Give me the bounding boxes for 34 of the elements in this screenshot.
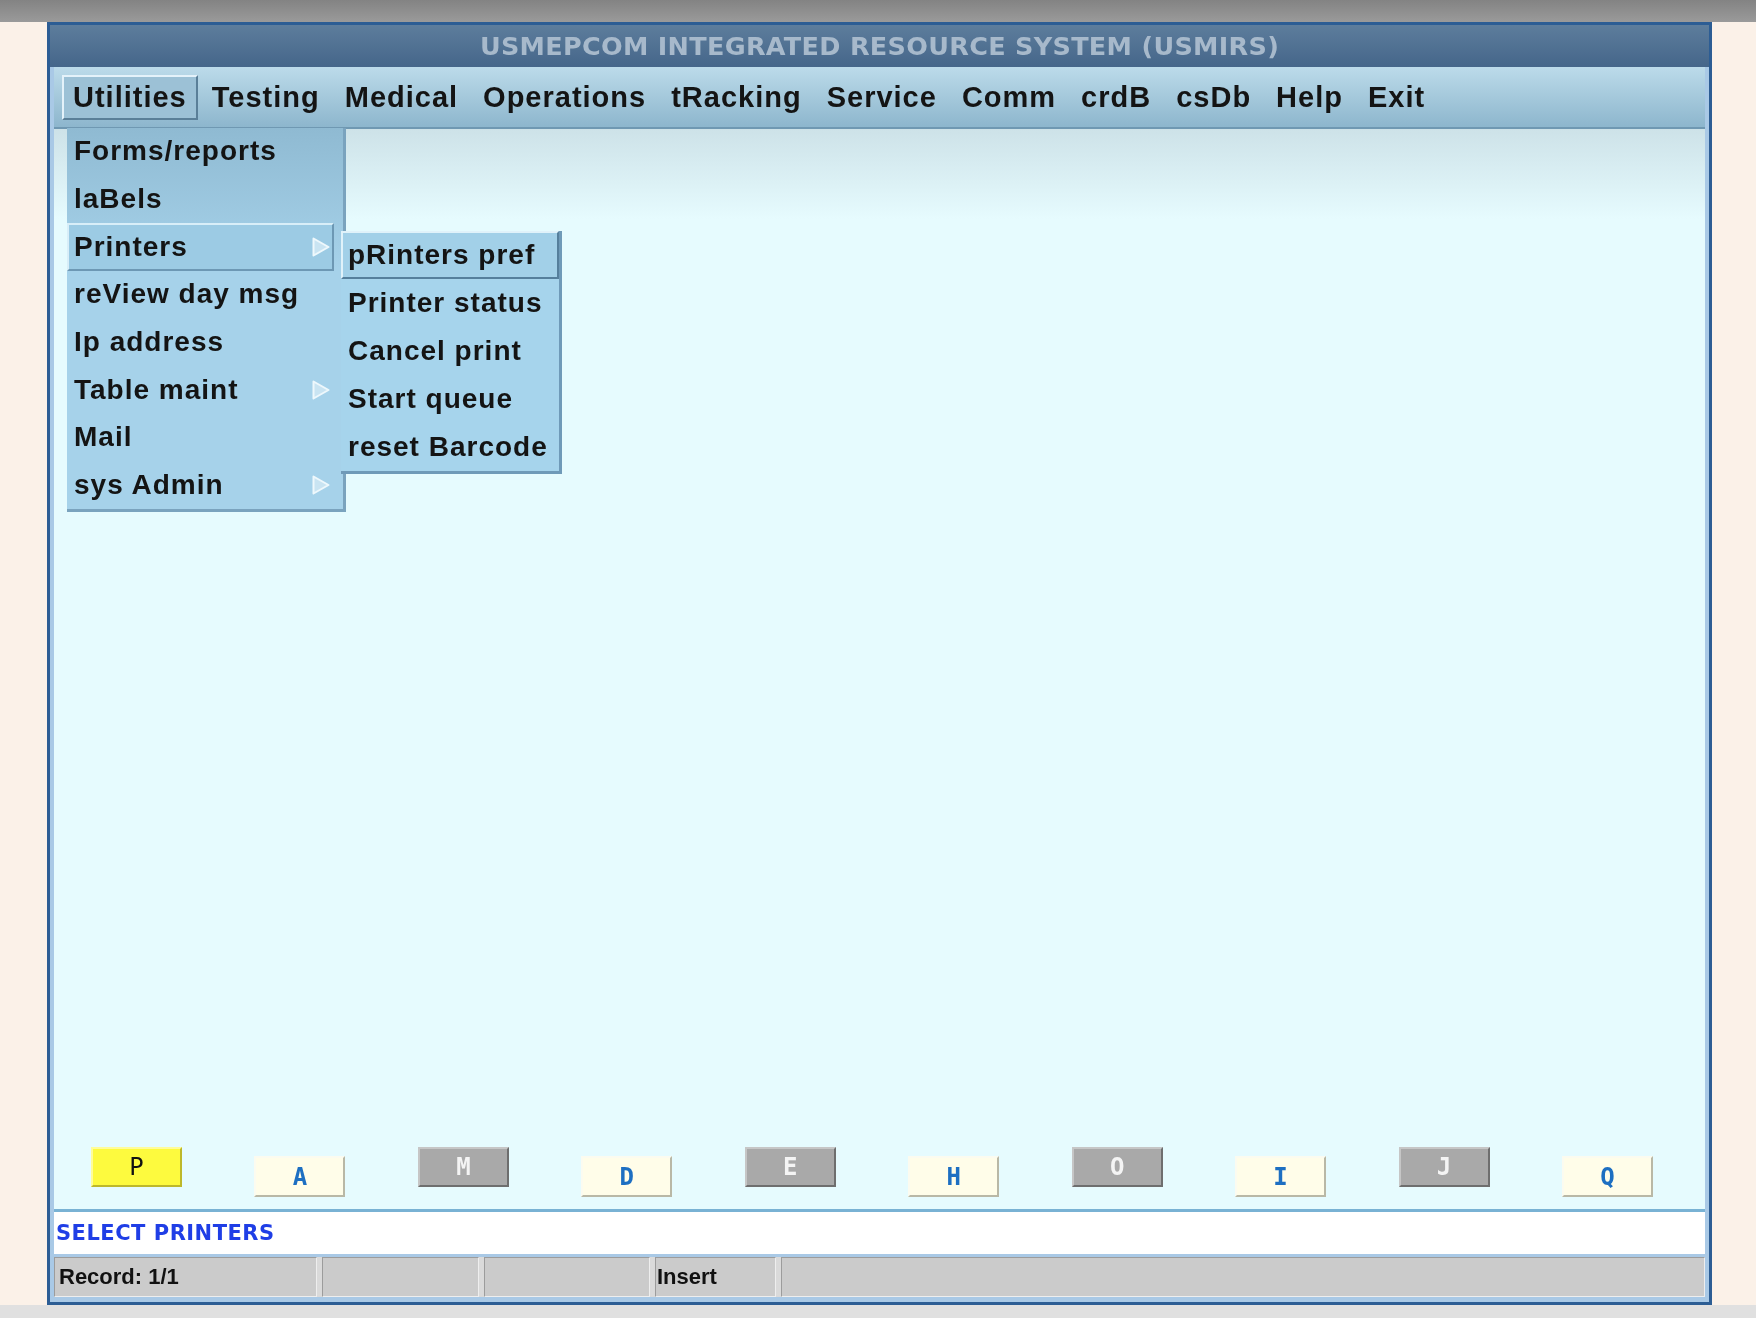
- menu-item[interactable]: reset Barcode: [341, 422, 559, 471]
- status-cell: Record: 1/1: [54, 1257, 317, 1297]
- menu-bar-item[interactable]: Testing: [200, 74, 331, 120]
- menu-item[interactable]: sys Admin: [67, 461, 334, 509]
- menu-item[interactable]: Printers: [67, 222, 334, 271]
- menu-item[interactable]: laBels: [67, 175, 334, 223]
- menu-bar-item[interactable]: Exit: [1356, 74, 1437, 120]
- menu-bar-item[interactable]: csDb: [1165, 74, 1263, 120]
- menu-bar-item[interactable]: crdB: [1070, 74, 1163, 120]
- menu-bar-item[interactable]: tRacking: [660, 74, 813, 120]
- status-message: SELECT PRINTERS: [56, 1221, 275, 1245]
- menu-bar-item[interactable]: Help: [1265, 74, 1354, 120]
- menu-bar-item[interactable]: Comm: [950, 74, 1068, 120]
- menu-item[interactable]: Cancel print: [341, 326, 559, 375]
- menu-bar-item[interactable]: Medical: [333, 74, 470, 120]
- menu-item[interactable]: Start queue: [341, 374, 559, 423]
- menu-bar-item[interactable]: Service: [815, 74, 948, 120]
- menu-item[interactable]: Ip address: [67, 318, 334, 366]
- menu-bar-item[interactable]: Utilities: [62, 74, 198, 120]
- menu-bar-item[interactable]: Operations: [472, 74, 658, 120]
- menu-item[interactable]: Table maint: [67, 365, 334, 414]
- shortcut-button[interactable]: Q: [1561, 1156, 1653, 1197]
- shortcut-button[interactable]: D: [581, 1156, 673, 1197]
- menu-item[interactable]: pRinters pref: [341, 230, 559, 279]
- shortcut-button[interactable]: P: [91, 1147, 182, 1187]
- menu-item[interactable]: Mail: [67, 413, 334, 462]
- window-title: USMEPCOM INTEGRATED RESOURCE SYSTEM (USMIRS): [479, 31, 1280, 61]
- menu-item[interactable]: Printer status: [341, 278, 559, 327]
- shortcut-button[interactable]: H: [908, 1156, 1000, 1197]
- status-cell: Insert: [655, 1257, 776, 1297]
- menu-item[interactable]: reView day msg: [67, 270, 334, 319]
- shortcut-button[interactable]: A: [254, 1156, 346, 1197]
- shortcut-button[interactable]: I: [1235, 1156, 1327, 1197]
- menu-item[interactable]: Forms/reports: [67, 127, 334, 176]
